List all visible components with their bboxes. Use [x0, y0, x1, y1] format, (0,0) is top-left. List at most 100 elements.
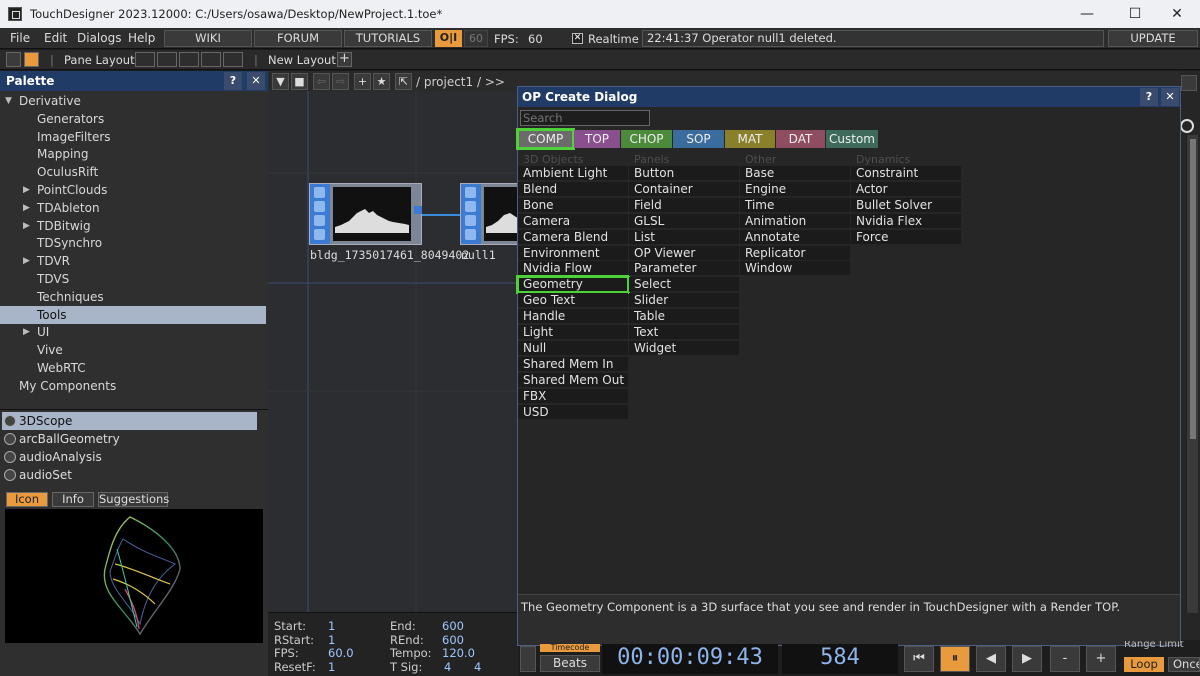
op-animation[interactable]: Animation	[740, 213, 850, 229]
op-nvidia-flex-solver[interactable]: Nvidia Flex Solver	[851, 213, 961, 243]
pause-button[interactable]: ⏸	[940, 646, 970, 672]
op-light[interactable]: Light	[518, 325, 628, 340]
minimize-button[interactable]: —	[1064, 0, 1110, 28]
op-handle[interactable]: Handle	[518, 309, 628, 325]
tab-custom[interactable]: Custom	[826, 130, 878, 148]
step-forward-button[interactable]: ▶	[1012, 646, 1042, 672]
node-bldg-flags[interactable]	[310, 184, 330, 244]
palette-item-techniques[interactable]: Techniques	[0, 288, 266, 306]
op-base[interactable]: Base	[740, 166, 850, 181]
op-shared-mem-in[interactable]: Shared Mem In	[518, 356, 628, 372]
palette-item-ui[interactable]: ▶ UI	[0, 323, 266, 341]
op-bone[interactable]: Bone	[518, 197, 628, 213]
step-back-button[interactable]: ◀	[976, 646, 1006, 672]
palette-item-tdbitwig[interactable]: ▶ TDBitwig	[0, 217, 266, 235]
menu-edit[interactable]: Edit	[44, 31, 67, 45]
tsig-denominator[interactable]: 4	[474, 660, 481, 674]
op-fbx[interactable]: FBX	[518, 388, 628, 404]
start-value[interactable]: 1	[328, 619, 335, 633]
node-null1[interactable]	[460, 183, 524, 245]
pane-count-button[interactable]	[1181, 75, 1197, 91]
node-bldg-label[interactable]: bldg_1735017461_8049402	[310, 248, 469, 262]
collapsed-arrow-icon[interactable]: ▶	[23, 252, 30, 270]
collapsed-arrow-icon[interactable]: ▶	[23, 217, 30, 235]
op-environment-light[interactable]: Environment Light	[518, 245, 628, 275]
target-icon[interactable]	[1180, 119, 1194, 133]
palette-item-vive[interactable]: Vive	[0, 341, 266, 359]
op-bullet-solver[interactable]: Bullet Solver	[851, 197, 961, 213]
op-ambient-light[interactable]: Ambient Light	[518, 166, 628, 181]
back-button[interactable]: ⇦	[313, 73, 330, 90]
op-force[interactable]: Force	[851, 229, 961, 245]
once-button[interactable]: Once	[1168, 657, 1200, 672]
palette-item-derivative[interactable]: ▼ Derivative	[0, 92, 266, 110]
expanded-arrow-icon[interactable]: ▼	[5, 92, 12, 110]
network-editor[interactable]: bldg_1735017461_8049402 null1	[268, 91, 524, 612]
op-widget[interactable]: Widget	[629, 340, 739, 356]
op-camera-blend[interactable]: Camera Blend	[518, 229, 628, 245]
layout-split-horizontal-button[interactable]	[179, 52, 199, 67]
component-arcballgeometry[interactable]: arcBallGeometry	[2, 430, 257, 448]
tsig-numerator[interactable]: 4	[444, 660, 451, 674]
op-usd[interactable]: USD	[518, 404, 628, 420]
anchor-icon[interactable]	[24, 52, 39, 67]
tab-suggestions[interactable]: Suggestions	[98, 492, 169, 507]
op-nvidia-flow-emitter[interactable]: Nvidia Flow Emitter	[518, 261, 628, 290]
op-select[interactable]: Select	[629, 277, 739, 293]
beats-tab[interactable]: Beats	[540, 655, 600, 672]
palette-item-tdableton[interactable]: ▶ TDAbleton	[0, 199, 266, 217]
layout-quad-button[interactable]	[223, 52, 243, 67]
component-3dscope[interactable]: 3DScope	[2, 412, 257, 430]
palette-close-button[interactable]: ✕	[247, 72, 265, 90]
wiki-button[interactable]: WIKI	[164, 30, 252, 47]
node-bldg-output[interactable]	[414, 206, 422, 214]
node-null1-flags[interactable]	[461, 184, 481, 244]
end-value[interactable]: 600	[442, 619, 464, 633]
palette-item-oculusrift[interactable]: OculusRift	[0, 163, 266, 181]
op-geometry[interactable]: Geometry	[516, 275, 630, 295]
palette-item-generators[interactable]: Generators	[0, 110, 266, 128]
rend-value[interactable]: 600	[442, 633, 464, 647]
loop-button[interactable]: Loop	[1124, 657, 1164, 672]
tab-icon[interactable]: Icon	[6, 492, 48, 507]
op-shared-mem-out[interactable]: Shared Mem Out	[518, 372, 628, 388]
op-actor[interactable]: Actor	[851, 181, 961, 197]
network-menu-button[interactable]: ▼	[272, 73, 289, 90]
op-window[interactable]: Window	[740, 261, 850, 277]
op-text[interactable]: Text	[629, 325, 739, 340]
op-button[interactable]: Button	[629, 166, 739, 181]
node-null1-label[interactable]: null1	[461, 248, 496, 262]
op-container[interactable]: Container	[629, 181, 739, 197]
forum-button[interactable]: FORUM	[254, 30, 342, 47]
op-parameter[interactable]: Parameter	[629, 261, 739, 277]
collapsed-arrow-icon[interactable]: ▶	[23, 199, 30, 217]
menu-help[interactable]: Help	[128, 31, 155, 45]
bookmark-star-icon[interactable]: ★	[373, 73, 390, 90]
palette-item-tdvs[interactable]: TDVS	[0, 270, 266, 288]
tab-top[interactable]: TOP	[574, 130, 620, 148]
op-engine[interactable]: Engine	[740, 181, 850, 197]
collapsed-arrow-icon[interactable]: ▶	[23, 181, 30, 199]
component-audioanalysis[interactable]: audioAnalysis	[2, 448, 257, 466]
op-slider[interactable]: Slider	[629, 293, 739, 309]
fps-setting-value[interactable]: 60.0	[328, 646, 354, 660]
add-op-button[interactable]: +	[354, 73, 371, 90]
rewind-button[interactable]: ⏮	[904, 646, 934, 672]
op-field[interactable]: Field	[629, 197, 739, 213]
op-glsl[interactable]: GLSL	[629, 213, 739, 229]
palette-item-tools[interactable]: Tools	[0, 305, 266, 324]
op-blend[interactable]: Blend	[518, 181, 628, 197]
palette-item-my-components[interactable]: My Components	[0, 377, 266, 395]
palette-item-mapping[interactable]: Mapping	[0, 145, 266, 163]
maximize-button[interactable]: ☐	[1112, 0, 1158, 28]
oi-toggle-button[interactable]: O|I	[435, 30, 462, 47]
timecode-display[interactable]: 00:00:09:43	[602, 644, 778, 674]
palette-help-button[interactable]: ?	[224, 72, 242, 90]
op-table[interactable]: Table	[629, 309, 739, 325]
forward-button[interactable]: ⇨	[332, 73, 349, 90]
dialog-close-button[interactable]: ✕	[1161, 88, 1179, 106]
tab-dat[interactable]: DAT	[776, 130, 825, 148]
tutorials-button[interactable]: TUTORIALS	[344, 30, 432, 47]
timecode-tab[interactable]: Timecode	[540, 644, 600, 652]
tab-sop[interactable]: SOP	[673, 130, 724, 148]
